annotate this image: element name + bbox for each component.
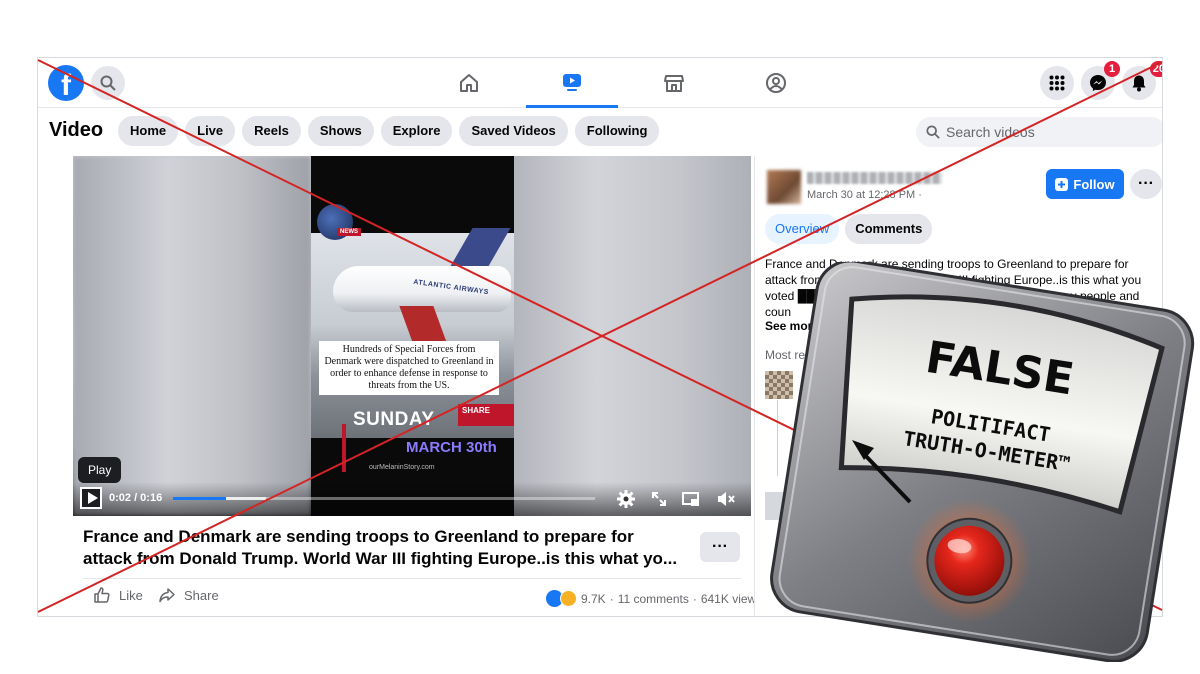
- messenger-icon: [1090, 75, 1106, 91]
- video-time: 0:02 / 0:16: [109, 492, 163, 504]
- search-icon: [926, 125, 940, 139]
- fullscreen-icon[interactable]: [649, 489, 669, 509]
- thumbs-up-icon: [94, 587, 110, 603]
- search-icon-button[interactable]: [91, 66, 125, 100]
- avatar[interactable]: [767, 170, 801, 204]
- pill-shows[interactable]: Shows: [307, 116, 374, 146]
- post-date[interactable]: March 30 at 12:28 PM ·: [807, 189, 922, 201]
- progress-bar[interactable]: [173, 497, 595, 500]
- tab-overview[interactable]: Overview: [765, 214, 840, 244]
- search-input[interactable]: [946, 124, 1146, 140]
- top-bar: f 1 20: [38, 58, 1162, 108]
- follow-plus-icon: [1055, 177, 1069, 191]
- picture-in-picture-icon[interactable]: [681, 489, 701, 509]
- settings-gear-icon[interactable]: [616, 489, 636, 509]
- groups-icon: [766, 73, 786, 93]
- sad-reaction-icon: [560, 590, 577, 607]
- pill-live[interactable]: Live: [185, 116, 236, 146]
- panel-more-button[interactable]: ···: [1130, 169, 1162, 199]
- like-button[interactable]: Like: [93, 586, 143, 604]
- share-label: Share: [184, 587, 219, 603]
- menu-button[interactable]: [1040, 66, 1074, 100]
- stats-separator: ·: [609, 591, 614, 606]
- view-count: 641K views: [700, 591, 763, 606]
- video-blur-right: [513, 156, 751, 516]
- share-tag: SHARE: [458, 404, 514, 426]
- divider: [83, 578, 741, 579]
- tab-home[interactable]: [423, 58, 515, 108]
- video-nav-pills: Home Live Reels Shows Explore Saved Vide…: [118, 116, 660, 146]
- video-icon: [563, 73, 581, 91]
- play-button[interactable]: [80, 487, 102, 509]
- date-text: MARCH 30th: [406, 439, 497, 456]
- video-caption: Hundreds of Special Forces from Denmark …: [319, 341, 499, 395]
- panel-tabs: Overview Comments: [765, 214, 933, 244]
- messenger-button[interactable]: 1: [1081, 61, 1120, 100]
- notifications-badge: 20: [1149, 61, 1162, 77]
- reel-frame: ATLANTIC AIRWAYS NEWS Hundreds of Specia…: [311, 156, 514, 516]
- plane-tail: [449, 228, 511, 268]
- tab-comments[interactable]: Comments: [845, 214, 933, 244]
- video-title: France and Denmark are sending troops to…: [83, 527, 678, 568]
- search-videos[interactable]: [916, 117, 1162, 147]
- site-watermark: ourMelaninStory.com: [369, 464, 435, 471]
- stats-separator: ·: [692, 591, 697, 606]
- comment-count[interactable]: 11 comments: [618, 592, 689, 606]
- pill-explore[interactable]: Explore: [380, 116, 453, 146]
- follow-button[interactable]: Follow: [1046, 169, 1124, 199]
- follow-label: Follow: [1073, 176, 1115, 192]
- progress-fill: [173, 497, 226, 500]
- grid-menu-icon: [1049, 75, 1065, 91]
- post-more-button[interactable]: ···: [700, 532, 740, 562]
- post-stats: 9.7K · 11 comments · 641K views: [546, 590, 762, 607]
- poster-name-redacted[interactable]: [807, 172, 942, 184]
- day-text: SUNDAY: [353, 409, 435, 430]
- facebook-logo[interactable]: f: [48, 65, 84, 101]
- play-tooltip: Play: [78, 457, 122, 483]
- video-subheader: Video Home Live Reels Shows Explore Save…: [38, 108, 1162, 154]
- red-accent-bar: [342, 424, 346, 472]
- pill-following[interactable]: Following: [574, 116, 660, 146]
- pill-reels[interactable]: Reels: [242, 116, 301, 146]
- tab-video[interactable]: [526, 58, 618, 108]
- tab-groups[interactable]: [730, 58, 822, 108]
- home-icon: [460, 74, 478, 92]
- tab-marketplace[interactable]: [628, 58, 720, 108]
- messenger-badge: 1: [1104, 61, 1120, 77]
- truth-o-meter: FALSE POLITIFACT TRUTH-O-METER™: [770, 262, 1195, 662]
- bell-icon: [1132, 75, 1146, 92]
- share-arrow-icon: [159, 588, 175, 603]
- marketplace-icon: [664, 75, 684, 92]
- pill-saved-videos[interactable]: Saved Videos: [459, 116, 568, 146]
- pill-home[interactable]: Home: [118, 116, 179, 146]
- notifications-button[interactable]: 20: [1122, 61, 1162, 100]
- mute-icon[interactable]: [716, 489, 736, 509]
- video-player[interactable]: ATLANTIC AIRWAYS NEWS Hundreds of Specia…: [73, 156, 751, 516]
- like-label: Like: [119, 587, 143, 603]
- channel-news-tag: NEWS: [337, 228, 361, 236]
- reaction-count[interactable]: 9.7K: [581, 592, 606, 606]
- search-icon: [100, 75, 116, 91]
- video-controls: 0:02 / 0:16: [73, 482, 751, 516]
- share-button[interactable]: Share: [158, 586, 219, 604]
- page-title: Video: [49, 119, 104, 141]
